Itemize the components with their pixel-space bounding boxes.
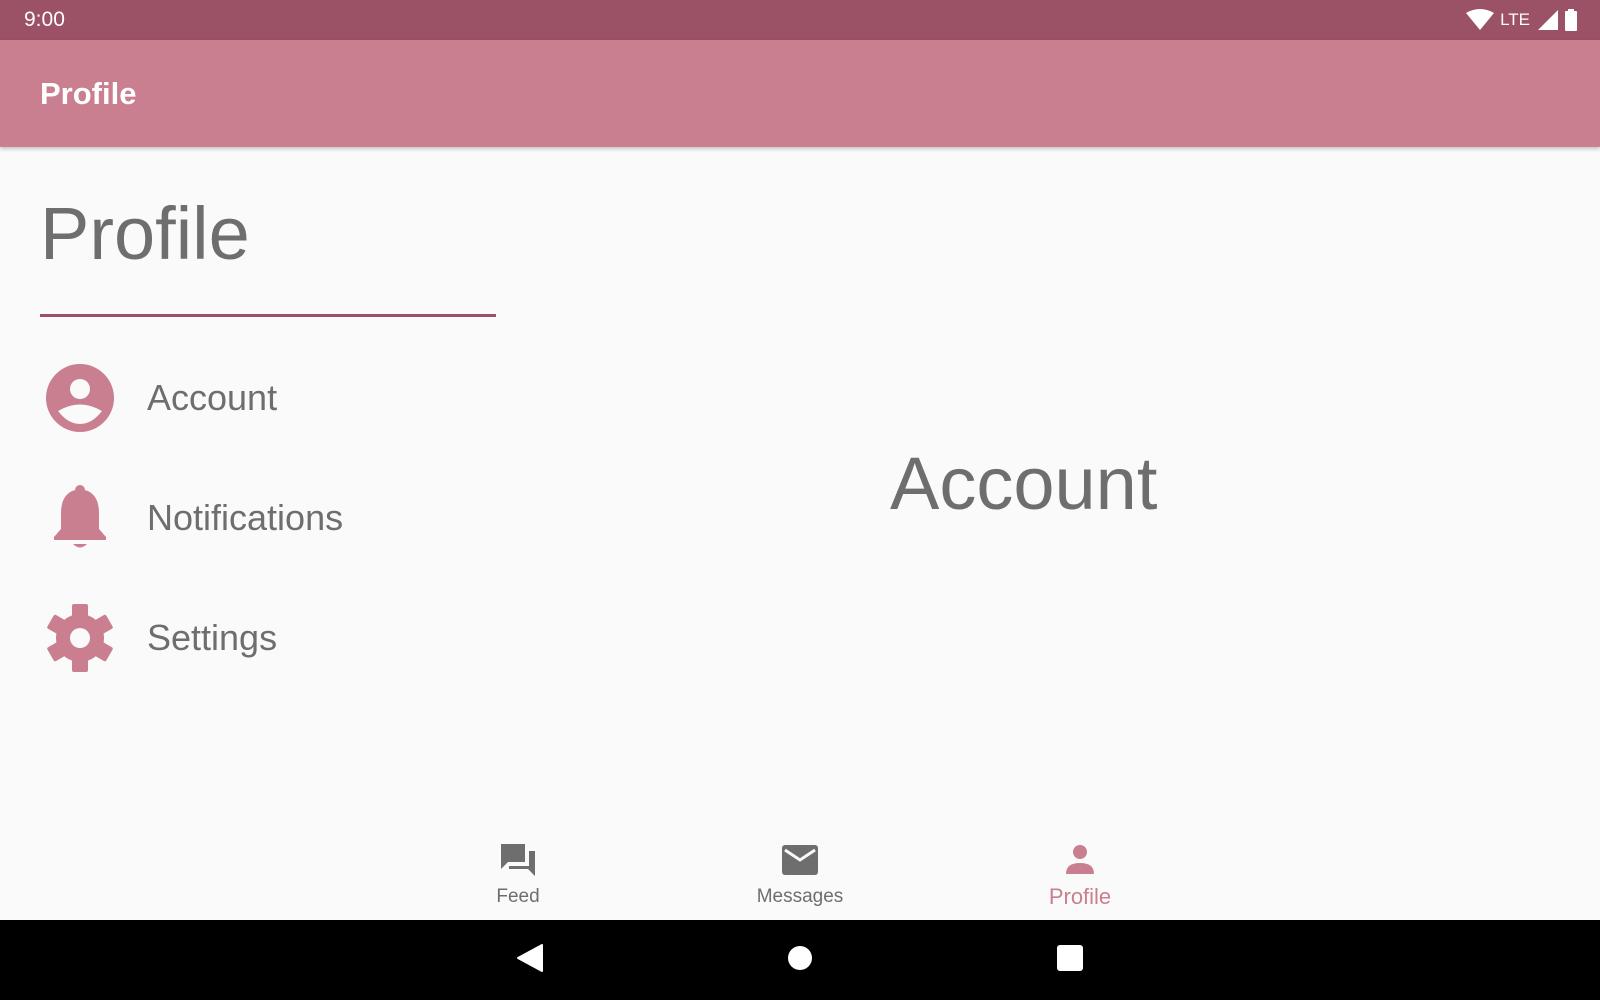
home-icon <box>787 945 813 976</box>
master-panel: Profile Account Notifications Settings <box>0 147 520 827</box>
forum-icon <box>500 841 536 879</box>
detail-panel: Account <box>520 147 1600 827</box>
menu-item-account[interactable]: Account <box>40 348 500 448</box>
menu-item-label: Settings <box>147 617 278 658</box>
menu-item-notifications[interactable]: Notifications <box>40 468 500 568</box>
bottom-nav: Feed Messages Profile <box>0 827 1600 920</box>
network-type: LTE <box>1500 10 1530 29</box>
detail-title: Account <box>890 442 1158 525</box>
menu-item-label: Notifications <box>147 497 344 538</box>
wifi-icon <box>1466 9 1495 31</box>
status-bar: 9:00 LTE <box>0 0 1600 40</box>
back-icon <box>516 943 544 978</box>
status-time: 9:00 <box>24 8 65 31</box>
nav-item-messages[interactable]: Messages <box>700 827 900 920</box>
account-circle-icon <box>40 358 120 438</box>
system-nav-bar <box>0 920 1600 1000</box>
master-divider <box>40 314 496 317</box>
app-bar: Profile <box>0 40 1600 147</box>
nav-item-feed[interactable]: Feed <box>418 827 618 920</box>
mail-icon <box>782 841 818 879</box>
recents-button[interactable] <box>1030 920 1110 1000</box>
person-icon <box>1064 841 1096 879</box>
menu-item-label: Account <box>147 377 278 418</box>
app-bar-title: Profile <box>40 75 137 111</box>
nav-label: Feed <box>496 886 540 907</box>
nav-label: Messages <box>756 886 844 907</box>
back-button[interactable] <box>490 920 570 1000</box>
cell-signal-icon <box>1538 10 1558 30</box>
battery-icon <box>1564 9 1578 31</box>
gear-icon <box>40 598 120 678</box>
menu-item-settings[interactable]: Settings <box>40 588 500 688</box>
master-title: Profile <box>40 192 250 275</box>
nav-item-profile[interactable]: Profile <box>980 827 1180 920</box>
nav-label: Profile <box>1048 884 1112 909</box>
status-icons: LTE <box>1466 9 1578 31</box>
home-button[interactable] <box>760 920 840 1000</box>
bell-icon <box>40 478 120 558</box>
recents-icon <box>1057 944 1083 976</box>
